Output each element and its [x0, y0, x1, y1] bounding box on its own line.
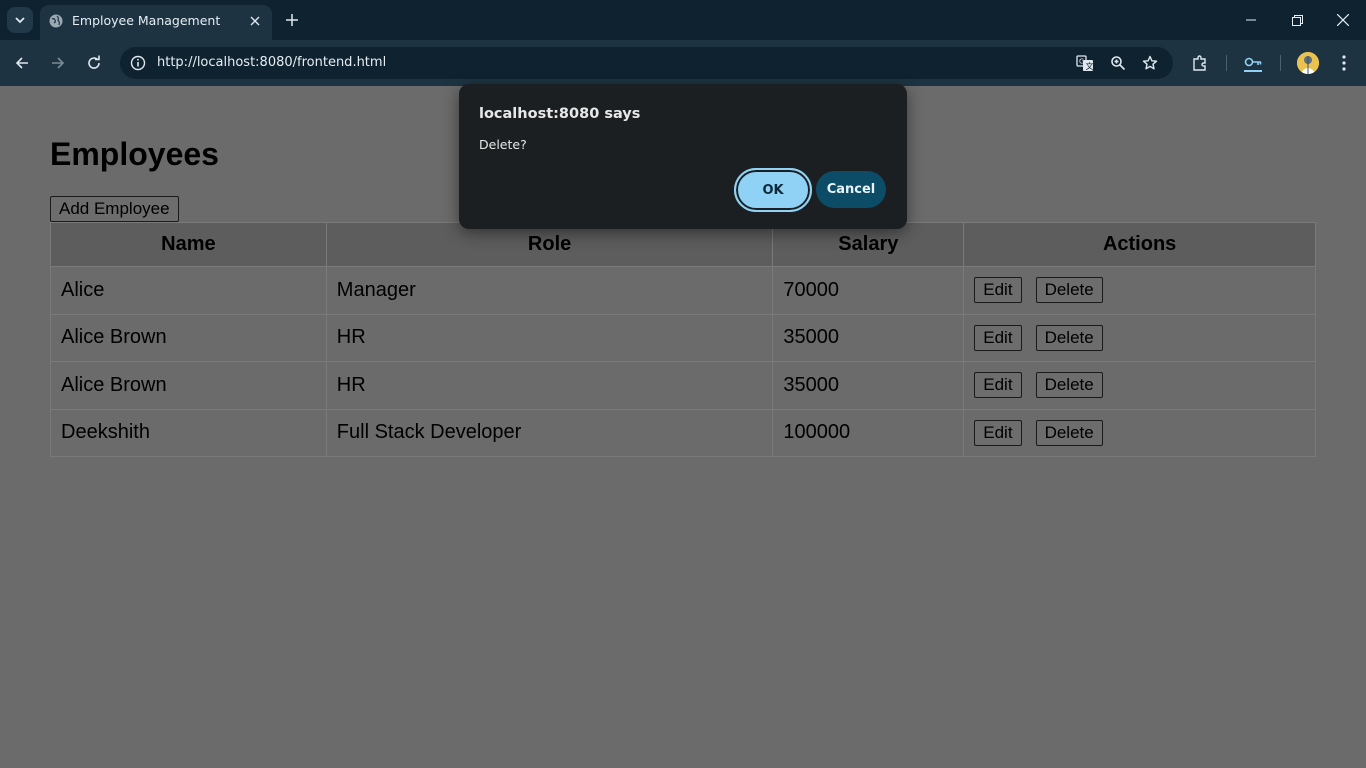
dialog-message: Delete? [479, 137, 527, 152]
puzzle-icon [1193, 55, 1206, 71]
browser-toolbar: http://localhost:8080/frontend.html 文G [0, 40, 1366, 86]
edit-button[interactable]: Edit [974, 419, 1022, 446]
restore-button[interactable] [1274, 0, 1320, 40]
address-bar[interactable]: http://localhost:8080/frontend.html 文G [120, 47, 1173, 79]
cell-salary: 100000 [772, 408, 965, 457]
cell-actions: Edit Delete [963, 408, 1316, 457]
site-info-button[interactable] [128, 53, 148, 73]
tab-search-button[interactable] [7, 7, 33, 33]
profile-avatar[interactable] [1297, 52, 1319, 74]
zoom-button[interactable] [1108, 53, 1128, 73]
plus-icon [286, 14, 298, 26]
toolbar-divider [1280, 55, 1281, 71]
toolbar-divider [1226, 55, 1227, 71]
extensions-button[interactable] [1189, 52, 1211, 74]
cell-role: Manager [325, 266, 774, 315]
edit-button[interactable]: Edit [974, 277, 1022, 304]
tab-title: Employee Management [72, 13, 221, 28]
forward-button[interactable] [47, 52, 69, 74]
reload-icon [88, 55, 100, 69]
cell-actions: Edit Delete [963, 266, 1316, 315]
chevron-down-icon [15, 17, 25, 24]
svg-text:文: 文 [1086, 61, 1094, 71]
cell-salary: 70000 [772, 266, 965, 315]
page-title: Employees [50, 136, 219, 172]
cell-name: Alice Brown [50, 313, 327, 362]
key-icon [1244, 57, 1262, 72]
star-icon [1142, 55, 1158, 70]
column-header-role: Role [325, 222, 774, 267]
new-tab-button[interactable] [283, 11, 301, 29]
add-employee-button[interactable]: Add Employee [50, 196, 179, 222]
avatar-icon [1297, 52, 1319, 74]
cell-actions: Edit Delete [963, 313, 1316, 362]
cell-name: Alice Brown [50, 361, 327, 410]
column-header-actions: Actions [963, 222, 1316, 267]
cell-role: HR [325, 313, 774, 362]
table-row: Deekshith Full Stack Developer 100000 Ed… [50, 408, 1316, 457]
password-manager-button[interactable] [1242, 52, 1264, 74]
cell-salary: 35000 [772, 313, 965, 362]
table-row: Alice Manager 70000 Edit Delete [50, 266, 1316, 315]
cell-name: Deekshith [50, 408, 327, 457]
arrow-left-icon [15, 57, 28, 69]
column-header-name: Name [50, 222, 327, 267]
back-button[interactable] [11, 52, 33, 74]
delete-button[interactable]: Delete [1035, 419, 1103, 446]
info-icon [130, 55, 146, 71]
dialog-title: localhost:8080 says [479, 106, 641, 122]
close-icon [1337, 14, 1349, 26]
arrow-right-icon [52, 57, 65, 69]
table-row: Alice Brown HR 35000 Edit Delete [50, 313, 1316, 362]
table-row: Alice Brown HR 35000 Edit Delete [50, 361, 1316, 410]
edit-button[interactable]: Edit [974, 324, 1022, 351]
column-header-salary: Salary [772, 222, 965, 267]
url-text: http://localhost:8080/frontend.html [157, 55, 387, 70]
zoom-icon [1111, 56, 1126, 71]
cell-role: HR [325, 361, 774, 410]
minimize-icon [1246, 19, 1256, 21]
translate-button[interactable]: 文G [1075, 53, 1095, 73]
svg-text:G: G [1079, 58, 1084, 66]
delete-button[interactable]: Delete [1035, 324, 1103, 351]
browser-menu-button[interactable] [1333, 52, 1355, 74]
browser-tab[interactable]: Employee Management [40, 5, 272, 40]
close-window-button[interactable] [1320, 0, 1366, 40]
reload-button[interactable] [83, 52, 105, 74]
more-vertical-icon [1342, 55, 1346, 71]
ok-button[interactable]: OK [734, 168, 812, 212]
delete-button[interactable]: Delete [1035, 372, 1103, 399]
globe-icon [49, 14, 63, 28]
confirm-dialog: localhost:8080 says Delete? OK Cancel [459, 84, 907, 229]
delete-button[interactable]: Delete [1035, 277, 1103, 304]
minimize-button[interactable] [1228, 0, 1274, 40]
restore-icon [1291, 14, 1303, 26]
cancel-button[interactable]: Cancel [816, 171, 886, 208]
employee-table: Name Role Salary Actions Alice Manager 7… [50, 222, 1316, 457]
bookmark-button[interactable] [1140, 53, 1160, 73]
cell-actions: Edit Delete [963, 361, 1316, 410]
cell-role: Full Stack Developer [325, 408, 774, 457]
browser-titlebar: Employee Management [0, 0, 1366, 40]
table-header-row: Name Role Salary Actions [50, 222, 1316, 267]
cell-name: Alice [50, 266, 327, 315]
close-icon [250, 16, 260, 26]
edit-button[interactable]: Edit [974, 372, 1022, 399]
cell-salary: 35000 [772, 361, 965, 410]
tab-close-button[interactable] [247, 13, 263, 29]
translate-icon: 文G [1076, 55, 1094, 71]
